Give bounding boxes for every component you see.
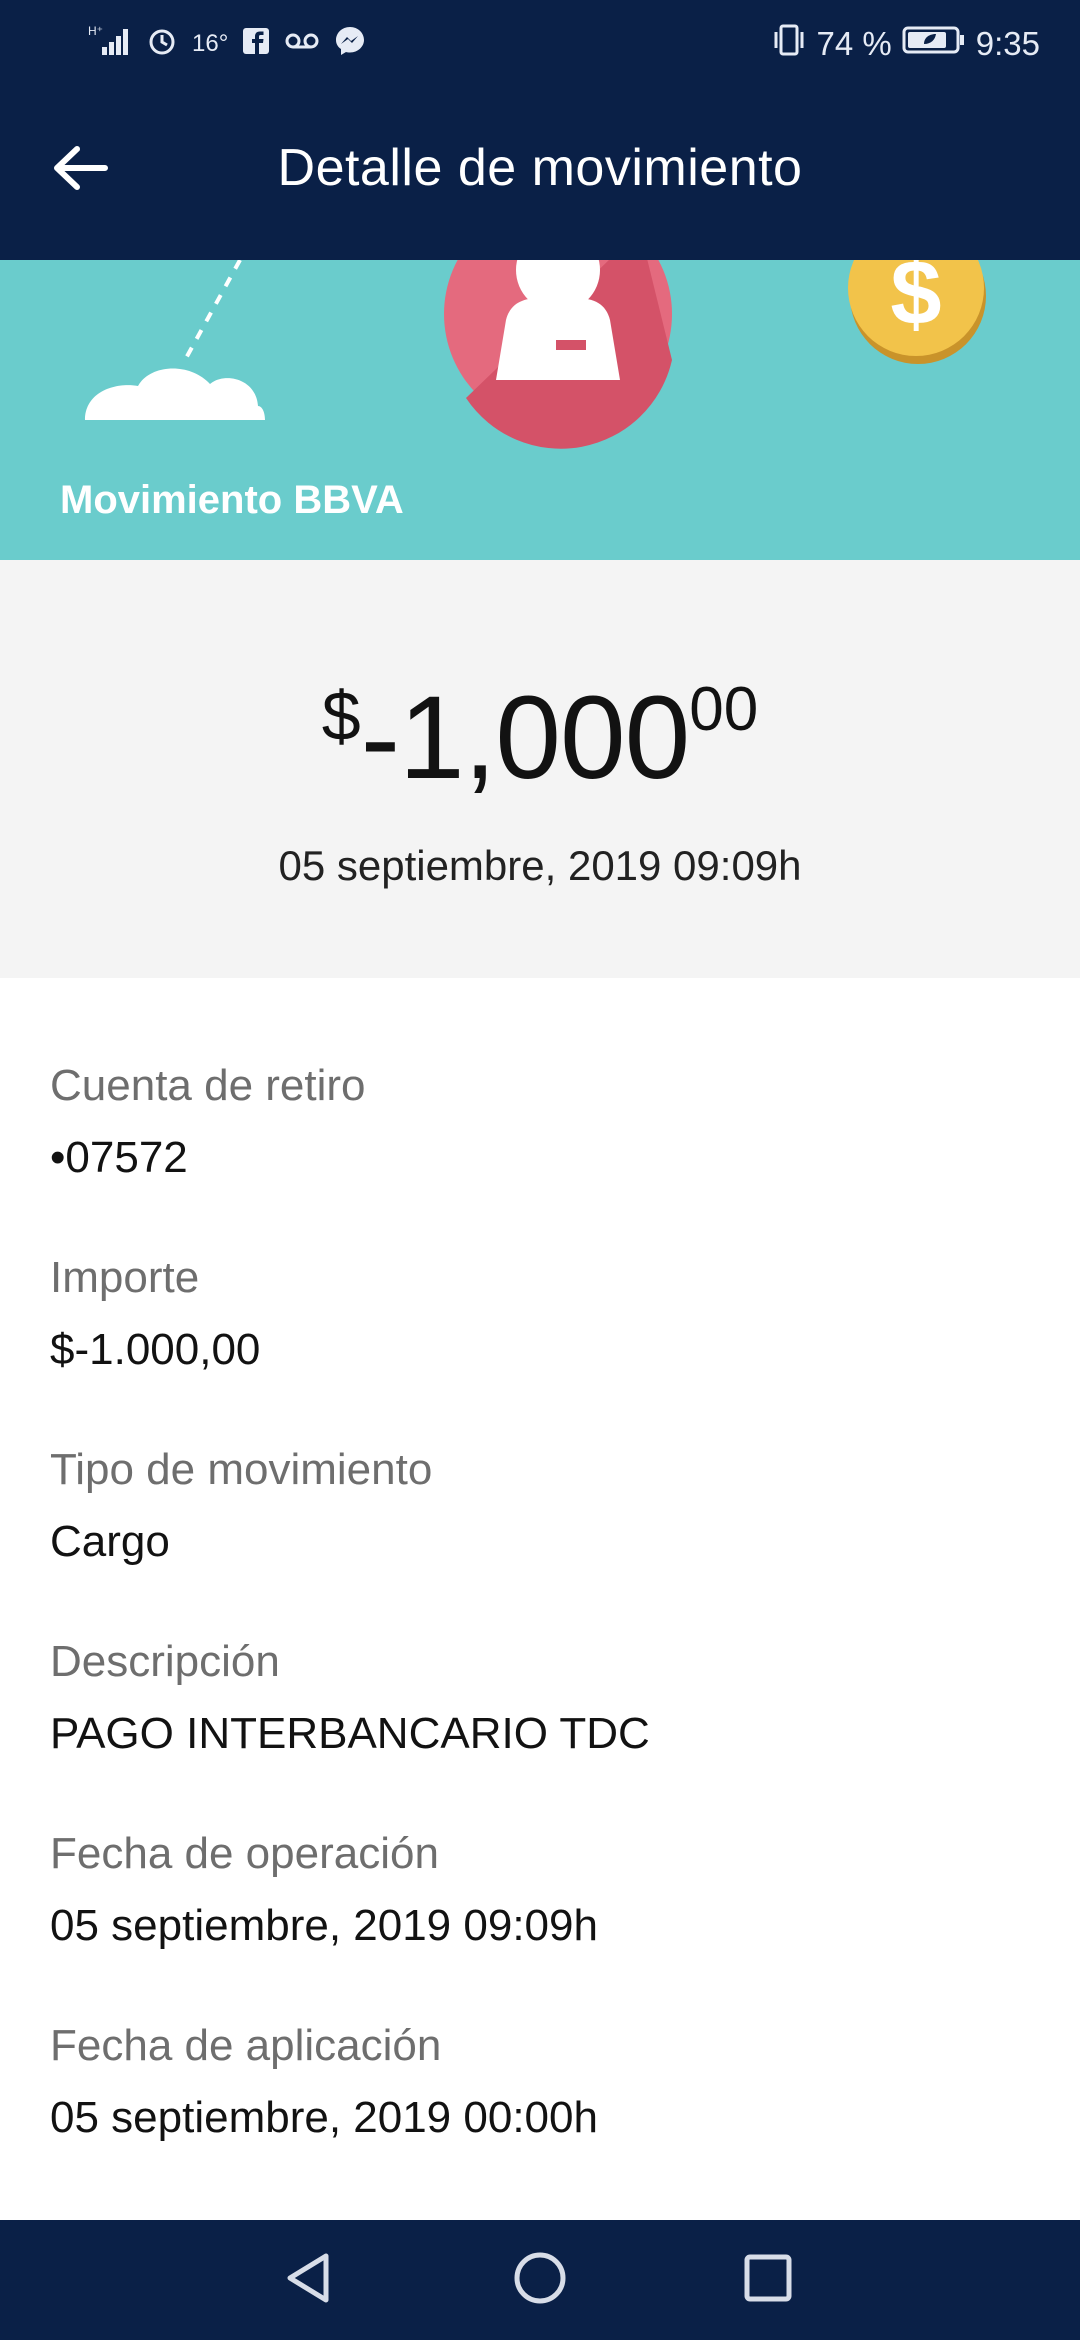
status-bar-right: 74 % 9:35 (771, 20, 1040, 68)
detail-item-application-date: Fecha de aplicación 05 septiembre, 2019 … (50, 2020, 1030, 2144)
detail-item-movement-type: Tipo de movimiento Cargo (50, 1444, 1030, 1568)
amount-value: -1,000 (360, 672, 691, 804)
recents-square-icon (742, 2252, 794, 2309)
status-bar-left: H⁺ 16° (88, 20, 366, 68)
detail-value: Cargo (50, 1517, 170, 1566)
detail-value: $-1.000,00 (50, 1325, 261, 1374)
nav-back-button[interactable] (272, 2244, 344, 2316)
detail-item-description: Descripción PAGO INTERBANCARIO TDC (50, 1636, 1030, 1760)
battery-percent: 74 % (816, 25, 892, 62)
voicemail-icon (284, 29, 320, 60)
vibrate-icon (771, 22, 807, 66)
svg-text:H⁺: H⁺ (88, 24, 103, 38)
facebook-icon (242, 27, 270, 62)
detail-item-withdrawal-account: Cuenta de retiro •07572 (50, 1060, 1030, 1184)
detail-value: PAGO INTERBANCARIO TDC (50, 1709, 650, 1758)
detail-item-operation-date: Fecha de operación 05 septiembre, 2019 0… (50, 1828, 1030, 1952)
user-avatar-illustration (444, 260, 672, 449)
temperature-text: 16° (192, 30, 229, 57)
detail-value: 05 septiembre, 2019 00:00h (50, 2093, 598, 2142)
svg-text:$: $ (890, 260, 941, 344)
network-signal-icon: H⁺ (88, 23, 132, 66)
nav-home-button[interactable] (504, 2244, 576, 2316)
detail-label: Tipo de movimiento (50, 1445, 433, 1494)
app-bar: Detalle de movimiento (0, 88, 1080, 260)
detail-value: •07572 (50, 1133, 188, 1182)
system-navigation-bar (0, 2220, 1080, 2340)
messenger-icon (334, 25, 366, 64)
movement-banner: $ Movimiento BBVA (0, 260, 1080, 560)
home-circle-icon (512, 2250, 568, 2311)
amount-decimals: 00 (689, 675, 759, 744)
amount-date: 05 septiembre, 2019 09:09h (278, 842, 802, 889)
detail-label: Cuenta de retiro (50, 1061, 366, 1110)
detail-label: Importe (50, 1253, 200, 1302)
coin-illustration: $ (848, 260, 986, 364)
clock-time: 9:35 (975, 25, 1040, 62)
detail-item-amount: Importe $-1.000,00 (50, 1252, 1030, 1376)
banner-label: Movimiento BBVA (60, 478, 404, 522)
detail-label: Descripción (50, 1637, 280, 1686)
page-title: Detalle de movimiento (277, 139, 803, 197)
amount-display: $-1,00000 (0, 670, 1080, 806)
back-triangle-icon (282, 2250, 334, 2311)
amount-summary: $-1,00000 05 septiembre, 2019 09:09h (0, 560, 1080, 978)
detail-label: Fecha de aplicación (50, 2021, 442, 2070)
detail-label: Fecha de operación (50, 1829, 439, 1878)
nav-recents-button[interactable] (732, 2244, 804, 2316)
status-bar: H⁺ 16° 74 % 9:35 (0, 0, 1080, 88)
alarm-icon (146, 25, 178, 64)
detail-value: 05 septiembre, 2019 09:09h (50, 1901, 598, 1950)
battery-icon (902, 24, 966, 64)
amount-currency: $ (321, 677, 361, 755)
cloud-illustration (85, 260, 265, 420)
